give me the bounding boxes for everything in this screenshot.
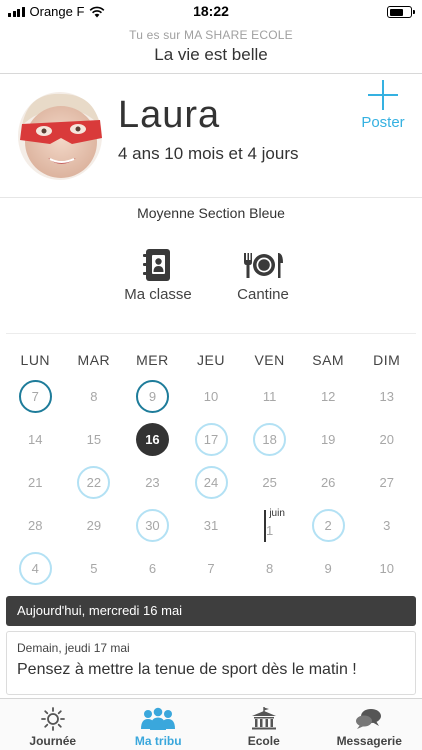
school-subtitle: Tu es sur MA SHARE ECOLE (129, 28, 293, 42)
calendar-day[interactable]: 17 (182, 418, 241, 461)
battery-icon (387, 6, 415, 18)
ma-classe-label: Ma classe (124, 286, 192, 303)
class-name: Moyenne Section Bleue (137, 205, 285, 221)
calendar-day-today[interactable]: 16 (123, 418, 182, 461)
calendar-day[interactable]: 9 (123, 375, 182, 418)
calendar-day[interactable]: 8 (240, 547, 299, 590)
calendar-day[interactable]: 22 (65, 461, 124, 504)
cantine-label: Cantine (237, 286, 289, 303)
tab-ma-tribu-label: Ma tribu (134, 734, 182, 748)
calendar-day[interactable]: 15 (65, 418, 124, 461)
child-profile: Laura 4 ans 10 mois et 4 jours Poster (0, 74, 422, 198)
poster-label: Poster (361, 114, 405, 131)
calendar-day[interactable]: 3 (357, 504, 416, 547)
child-age: 4 ans 10 mois et 4 jours (118, 144, 299, 163)
tab-messagerie[interactable]: Messagerie (317, 699, 422, 750)
plus-icon (368, 80, 398, 110)
weekday-label: VEN (254, 352, 285, 368)
calendar-day[interactable]: 10 (357, 547, 416, 590)
chat-bubbles-icon (356, 709, 382, 729)
tab-journee[interactable]: Journée (0, 699, 106, 750)
calendar-day[interactable]: 20 (357, 418, 416, 461)
calendar-day[interactable]: 6 (123, 547, 182, 590)
calendar-week: 7 8 9 10 11 12 13 (6, 375, 416, 418)
weekday-label: DIM (373, 352, 401, 368)
calendar-day[interactable]: 14 (6, 418, 65, 461)
tab-ma-tribu[interactable]: Ma tribu (106, 699, 212, 750)
event-card[interactable]: Demain, jeudi 17 mai Pensez à mettre la … (6, 631, 416, 695)
calendar-day[interactable]: 25 (240, 461, 299, 504)
calendar-day[interactable]: 29 (65, 504, 124, 547)
tab-ecole[interactable]: Ecole (211, 699, 317, 750)
plate-cutlery-icon (244, 253, 283, 278)
status-bar: Orange F 18:22 (0, 0, 422, 24)
calendar-day[interactable]: 7 (6, 375, 65, 418)
calendar-day[interactable]: 26 (299, 461, 358, 504)
page-title: La vie est belle (154, 45, 268, 64)
tab-journee-label: Journée (29, 734, 77, 748)
calendar-day[interactable]: 28 (6, 504, 65, 547)
calendar-day[interactable]: 7 (182, 547, 241, 590)
calendar-day[interactable]: 19 (299, 418, 358, 461)
calendar-week: 21 22 23 24 25 26 27 (6, 461, 416, 504)
calendar-weekdays: LUN MAR MER JEU VEN SAM DIM (6, 352, 416, 368)
ma-classe-button[interactable]: Ma classe (112, 248, 204, 303)
calendar-day[interactable]: 27 (357, 461, 416, 504)
calendar-day[interactable]: 10 (182, 375, 241, 418)
calendar-day[interactable]: 12 (299, 375, 358, 418)
calendar: LUN MAR MER JEU VEN SAM DIM 7 8 9 10 11 … (6, 352, 416, 590)
tab-bar: Journée Ma tribu Ecole Messagerie (0, 698, 422, 750)
calendar-day[interactable]: 11 (240, 375, 299, 418)
weekday-label: MER (136, 352, 169, 368)
calendar-week: 14 15 16 17 18 19 20 (6, 418, 416, 461)
battery-level (389, 8, 404, 16)
calendar-day[interactable]: 31 (182, 504, 241, 547)
calendar-day[interactable]: 8 (65, 375, 124, 418)
month-label: juin (269, 508, 285, 519)
school-icon (251, 707, 276, 730)
calendar-day[interactable]: juin 1 (240, 504, 299, 547)
child-name: Laura (118, 94, 221, 136)
weekday-label: JEU (197, 352, 225, 368)
calendar-day[interactable]: 23 (123, 461, 182, 504)
calendar-day[interactable]: 5 (65, 547, 124, 590)
calendar-day[interactable]: 30 (123, 504, 182, 547)
calendar-week: 28 29 30 31 juin 1 2 3 (6, 504, 416, 547)
sun-icon (40, 707, 65, 731)
divider (6, 333, 416, 334)
calendar-day[interactable]: 13 (357, 375, 416, 418)
tab-ecole-label: Ecole (247, 734, 280, 748)
family-icon (141, 707, 176, 730)
calendar-day[interactable]: 21 (6, 461, 65, 504)
poster-button[interactable]: Poster (356, 80, 410, 131)
app-header: Tu es sur MA SHARE ECOLE La vie est bell… (0, 26, 422, 74)
calendar-day[interactable]: 18 (240, 418, 299, 461)
today-banner: Aujourd'hui, mercredi 16 mai (6, 596, 416, 626)
contacts-book-icon (143, 249, 170, 281)
calendar-week: 4 5 6 7 8 9 10 (6, 547, 416, 590)
calendar-day[interactable]: 2 (299, 504, 358, 547)
event-date: Demain, jeudi 17 mai (17, 641, 130, 655)
month-marker: juin (264, 508, 285, 542)
cantine-button[interactable]: Cantine (226, 248, 300, 303)
calendar-day[interactable]: 24 (182, 461, 241, 504)
calendar-day[interactable]: 4 (6, 547, 65, 590)
weekday-label: LUN (20, 352, 51, 368)
event-text: Pensez à mettre la tenue de sport dès le… (17, 661, 357, 678)
weekday-label: SAM (312, 352, 345, 368)
clock: 18:22 (193, 3, 229, 19)
weekday-label: MAR (77, 352, 111, 368)
calendar-day[interactable]: 9 (299, 547, 358, 590)
tab-messagerie-label: Messagerie (336, 734, 402, 748)
avatar[interactable] (14, 86, 106, 182)
